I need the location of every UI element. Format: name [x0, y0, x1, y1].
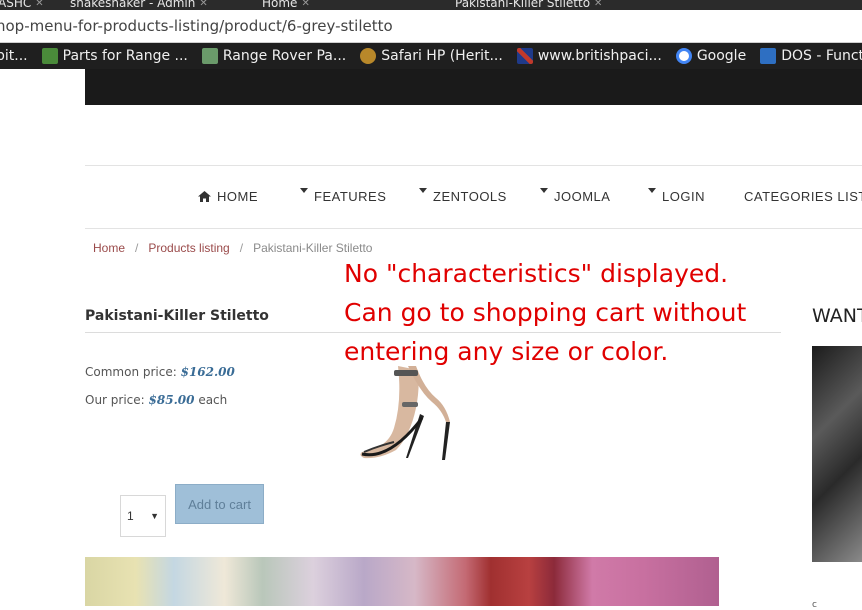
bookmark-item[interactable]: bit...	[0, 48, 28, 64]
product-image[interactable]	[350, 362, 460, 462]
divider	[85, 165, 862, 166]
caret-down-icon	[419, 188, 427, 193]
breadcrumb-products-link[interactable]: Products listing	[148, 241, 229, 255]
page-icon	[760, 48, 777, 64]
nav-item-joomla[interactable]: JOOMLA	[540, 188, 611, 204]
bookmark-label: Google	[696, 48, 747, 64]
browser-tab-active[interactable]: Pakistani-Killer Stiletto ✕	[455, 0, 602, 10]
our-price-label: Our price:	[85, 393, 145, 407]
mask-icon	[360, 48, 377, 64]
browser-tab[interactable]: ASHC ✕	[0, 0, 44, 10]
nav-item-features[interactable]: FEATURES	[300, 188, 387, 204]
bookmark-label: DOS - Function ...	[781, 48, 862, 64]
nav-item-categories-listing[interactable]: CATEGORIES LISTIN	[744, 189, 862, 204]
bookmark-label: Range Rover Pa...	[222, 48, 347, 64]
bookmark-item[interactable]: Range Rover Pa...	[201, 48, 347, 64]
sidebar-title: WANT	[812, 305, 862, 327]
bookmark-item[interactable]: DOS - Function ...	[760, 48, 862, 64]
site-header-banner	[85, 69, 862, 105]
nav-label: LOGIN	[662, 189, 705, 204]
annotation-note: No "characteristics" displayed. Can go t…	[344, 254, 746, 371]
caret-down-icon	[540, 188, 548, 193]
sidebar-caption: c	[812, 600, 817, 610]
browser-tab[interactable]: snakeshaker - Admin ✕	[70, 0, 208, 10]
tab-label: Pakistani-Killer Stiletto	[455, 0, 591, 10]
breadcrumb-home-link[interactable]: Home	[93, 241, 125, 255]
caret-down-icon	[648, 188, 656, 193]
home-icon	[198, 191, 211, 202]
nav-item-login[interactable]: LOGIN	[648, 188, 705, 204]
tab-label: ASHC	[0, 0, 32, 10]
image-icon	[201, 48, 218, 64]
close-icon[interactable]: ✕	[35, 0, 43, 9]
uk-flag-icon	[516, 48, 533, 64]
nav-item-zentools[interactable]: ZENTOOLS	[419, 188, 507, 204]
our-price-value: $85.00	[148, 393, 195, 407]
nav-label: FEATURES	[314, 189, 387, 204]
bookmarks-bar: bit... Parts for Range ... Range Rover P…	[0, 43, 862, 69]
sidebar-image[interactable]	[812, 346, 862, 562]
divider	[85, 228, 862, 229]
address-url[interactable]: hop-menu-for-products-listing/product/6-…	[0, 17, 393, 35]
bookmark-item[interactable]: Safari HP (Herit...	[360, 48, 503, 64]
close-icon[interactable]: ✕	[594, 0, 602, 9]
breadcrumb-current: Pakistani-Killer Stiletto	[253, 241, 373, 255]
breadcrumb-separator: /	[239, 241, 244, 255]
annotation-line: entering any size or color.	[344, 337, 669, 366]
common-price-label: Common price:	[85, 365, 177, 379]
car-icon	[41, 48, 58, 64]
tab-label: snakeshaker - Admin	[70, 0, 196, 10]
bookmark-label: www.britishpaci...	[537, 48, 662, 64]
nav-label: CATEGORIES LISTIN	[744, 189, 862, 204]
quantity-value: 1	[127, 509, 134, 523]
caret-down-icon	[300, 188, 308, 193]
bookmark-label: Parts for Range ...	[62, 48, 188, 64]
nav-label: JOOMLA	[554, 189, 611, 204]
close-icon[interactable]: ✕	[301, 0, 309, 9]
address-bar[interactable]: hop-menu-for-products-listing/product/6-…	[0, 10, 862, 43]
bookmark-item[interactable]: www.britishpaci...	[516, 48, 662, 64]
price-unit: each	[198, 393, 228, 407]
bookmark-item[interactable]: Google	[675, 48, 747, 64]
add-to-cart-button[interactable]: Add to cart	[175, 484, 264, 524]
tab-label: Home	[262, 0, 298, 10]
main-nav: HOME FEATURES ZENTOOLS JOOMLA LOGIN CATE…	[0, 180, 862, 214]
nav-item-home[interactable]: HOME	[198, 189, 258, 204]
product-title: Pakistani-Killer Stiletto	[85, 308, 269, 324]
our-price: Our price: $85.00 each	[85, 393, 227, 407]
annotation-line: Can go to shopping cart without	[344, 298, 747, 327]
nav-label: ZENTOOLS	[433, 189, 507, 204]
browser-tab[interactable]: Home ✕	[262, 0, 310, 10]
bookmark-label: bit...	[0, 48, 28, 64]
annotation-line: No "characteristics" displayed.	[344, 259, 729, 288]
quantity-select[interactable]: 1 ▼	[120, 495, 166, 537]
bookmark-item[interactable]: Parts for Range ...	[41, 48, 188, 64]
breadcrumb: Home / Products listing / Pakistani-Killer S…	[93, 241, 372, 255]
breadcrumb-separator: /	[135, 241, 139, 255]
close-icon[interactable]: ✕	[199, 0, 207, 9]
google-icon	[675, 48, 692, 64]
browser-tab-strip: ASHC ✕ snakeshaker - Admin ✕ Home ✕ Pakista…	[0, 0, 862, 10]
common-price-value: $162.00	[180, 365, 235, 379]
bookmark-label: Safari HP (Herit...	[381, 48, 503, 64]
nav-label: HOME	[217, 189, 258, 204]
fabric-image[interactable]	[85, 557, 719, 606]
triangle-down-icon: ▼	[150, 511, 159, 521]
common-price: Common price: $162.00	[85, 365, 235, 379]
